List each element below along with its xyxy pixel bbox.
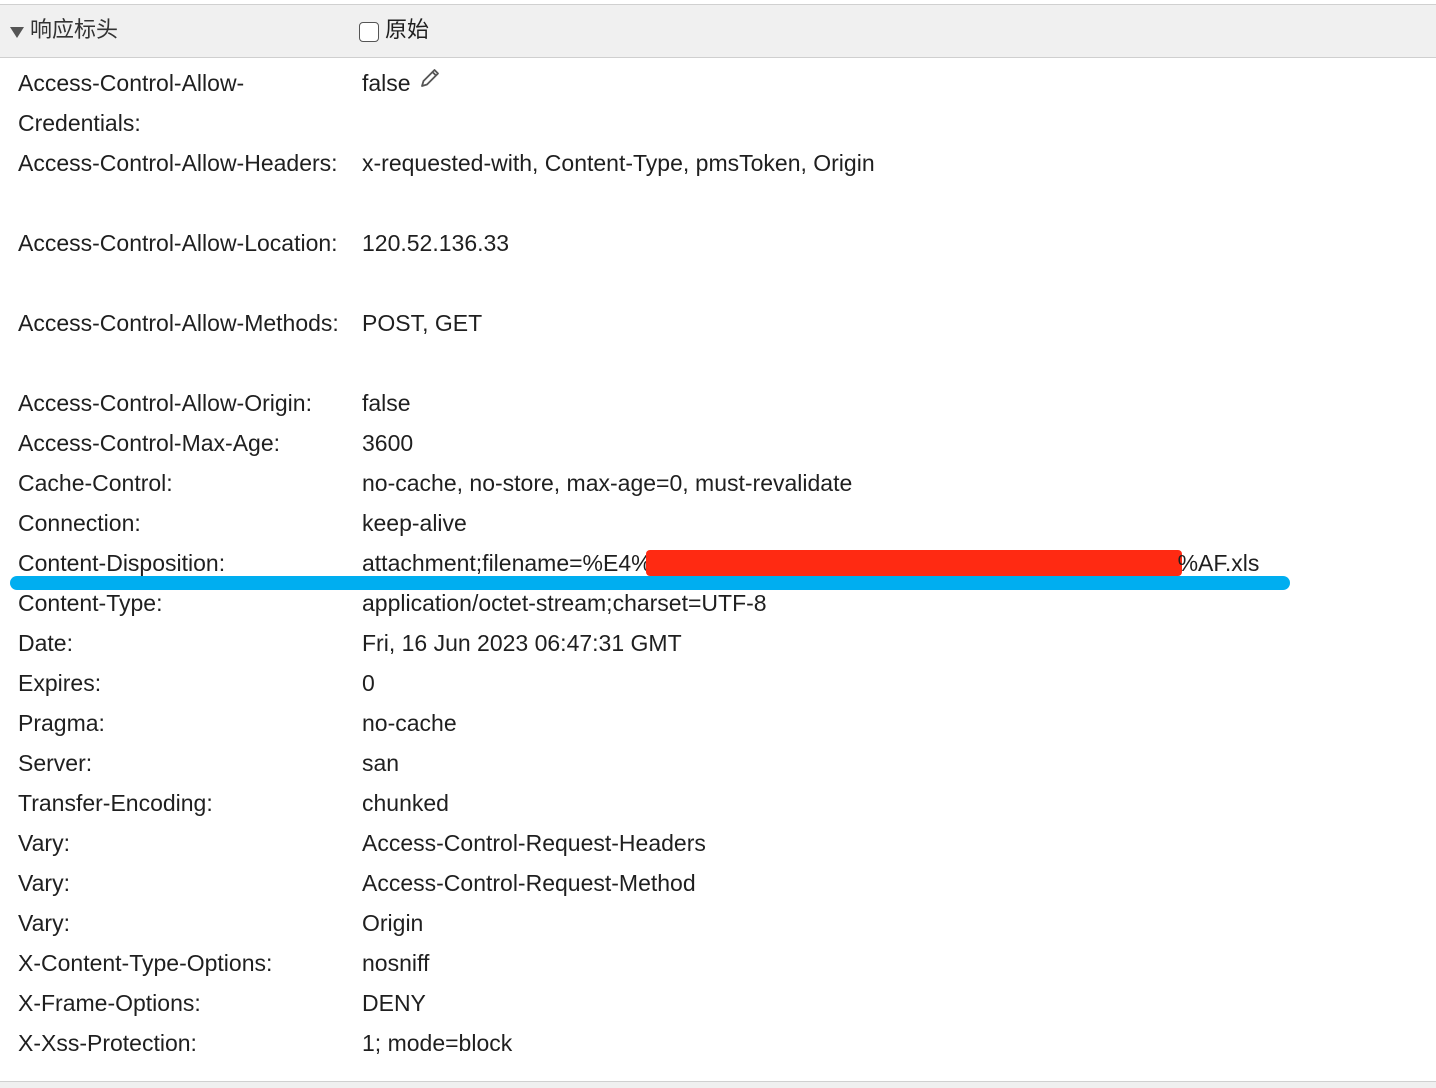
header-value: 1; mode=block: [362, 1030, 513, 1056]
raw-checkbox[interactable]: [359, 22, 379, 42]
response-headers-section-header: 响应标头 原始: [0, 5, 1436, 58]
header-value: chunked: [362, 790, 449, 816]
header-name: Access-Control-Allow-Credentials:: [18, 70, 245, 136]
response-headers-toggle[interactable]: 响应标头: [10, 16, 118, 46]
header-name: Vary:: [18, 830, 70, 856]
header-name: Transfer-Encoding:: [18, 790, 213, 816]
header-name: Access-Control-Allow-Origin:: [18, 390, 312, 416]
header-row: X-Xss-Protection: 1; mode=block: [0, 1023, 1436, 1063]
raw-toggle[interactable]: 原始: [359, 16, 429, 46]
header-value: x-requested-with, Content-Type, pmsToken…: [362, 150, 875, 176]
header-row: Expires: 0: [0, 663, 1436, 703]
header-row: Access-Control-Allow-Methods: POST, GET: [0, 303, 1436, 383]
header-row: Access-Control-Allow-Headers: x-requeste…: [0, 143, 1436, 223]
header-value: 3600: [362, 430, 414, 456]
header-name: Pragma:: [18, 710, 105, 736]
header-value: Fri, 16 Jun 2023 06:47:31 GMT: [362, 630, 682, 656]
header-name: Server:: [18, 750, 93, 776]
header-name: Access-Control-Allow-Methods:: [18, 310, 339, 336]
header-row: Cache-Control: no-cache, no-store, max-a…: [0, 463, 1436, 503]
header-row: Vary: Access-Control-Request-Headers: [0, 823, 1436, 863]
header-value: Access-Control-Request-Method: [362, 870, 696, 896]
section-title: 响应标头: [30, 18, 119, 43]
header-value: Access-Control-Request-Headers: [362, 830, 706, 856]
header-value: POST, GET: [362, 310, 483, 336]
highlight-underline: [10, 576, 1290, 590]
header-name: Date:: [18, 630, 73, 656]
header-value: DENY: [362, 990, 426, 1016]
response-headers-list: Access-Control-Allow-Credentials: false …: [0, 63, 1436, 1063]
header-name: Expires:: [18, 670, 102, 696]
header-value: 120.52.136.33: [362, 230, 510, 256]
header-name: Vary:: [18, 870, 70, 896]
header-value: keep-alive: [362, 510, 467, 536]
header-value: Origin: [362, 910, 424, 936]
header-row: Pragma: no-cache: [0, 703, 1436, 743]
header-value: san: [362, 750, 400, 776]
header-value: no-cache: [362, 710, 457, 736]
header-row: Vary: Access-Control-Request-Method: [0, 863, 1436, 903]
header-name: Connection:: [18, 510, 141, 536]
header-name: X-Xss-Protection:: [18, 1030, 197, 1056]
panel-bottom-border: [0, 1081, 1436, 1088]
header-row: Date: Fri, 16 Jun 2023 06:47:31 GMT: [0, 623, 1436, 663]
header-row: Access-Control-Allow-Credentials: false: [0, 63, 1436, 143]
header-row: Server: san: [0, 743, 1436, 783]
header-value-prefix: attachment;filename=%E4%: [362, 550, 652, 576]
header-row: X-Content-Type-Options: nosniff: [0, 943, 1436, 983]
header-name: Access-Control-Max-Age:: [18, 430, 281, 456]
header-value: no-cache, no-store, max-age=0, must-reva…: [362, 470, 853, 496]
header-value: false: [362, 63, 441, 103]
header-name: Vary:: [18, 910, 70, 936]
pencil-icon[interactable]: [419, 61, 441, 101]
header-row: Access-Control-Allow-Location: 120.52.13…: [0, 223, 1436, 303]
header-value: nosniff: [362, 950, 430, 976]
header-value-suffix: %AF.xls: [1177, 550, 1260, 576]
header-name: X-Content-Type-Options:: [18, 950, 273, 976]
disclosure-triangle-icon: [10, 26, 24, 38]
header-name: Access-Control-Allow-Location:: [18, 230, 338, 256]
header-row: Access-Control-Allow-Origin: false: [0, 383, 1436, 423]
header-value-text: false: [362, 70, 411, 96]
header-name: X-Frame-Options:: [18, 990, 201, 1016]
header-row: Connection: keep-alive: [0, 503, 1436, 543]
header-row: Vary: Origin: [0, 903, 1436, 943]
header-value: 0: [362, 670, 375, 696]
header-value: false: [362, 390, 411, 416]
header-row: X-Frame-Options: DENY: [0, 983, 1436, 1023]
header-row: Access-Control-Max-Age: 3600: [0, 423, 1436, 463]
redaction-block: [645, 549, 1182, 576]
header-row: Transfer-Encoding: chunked: [0, 783, 1436, 823]
header-name: Cache-Control:: [18, 470, 173, 496]
raw-label: 原始: [385, 18, 430, 43]
header-name: Access-Control-Allow-Headers:: [18, 150, 338, 176]
